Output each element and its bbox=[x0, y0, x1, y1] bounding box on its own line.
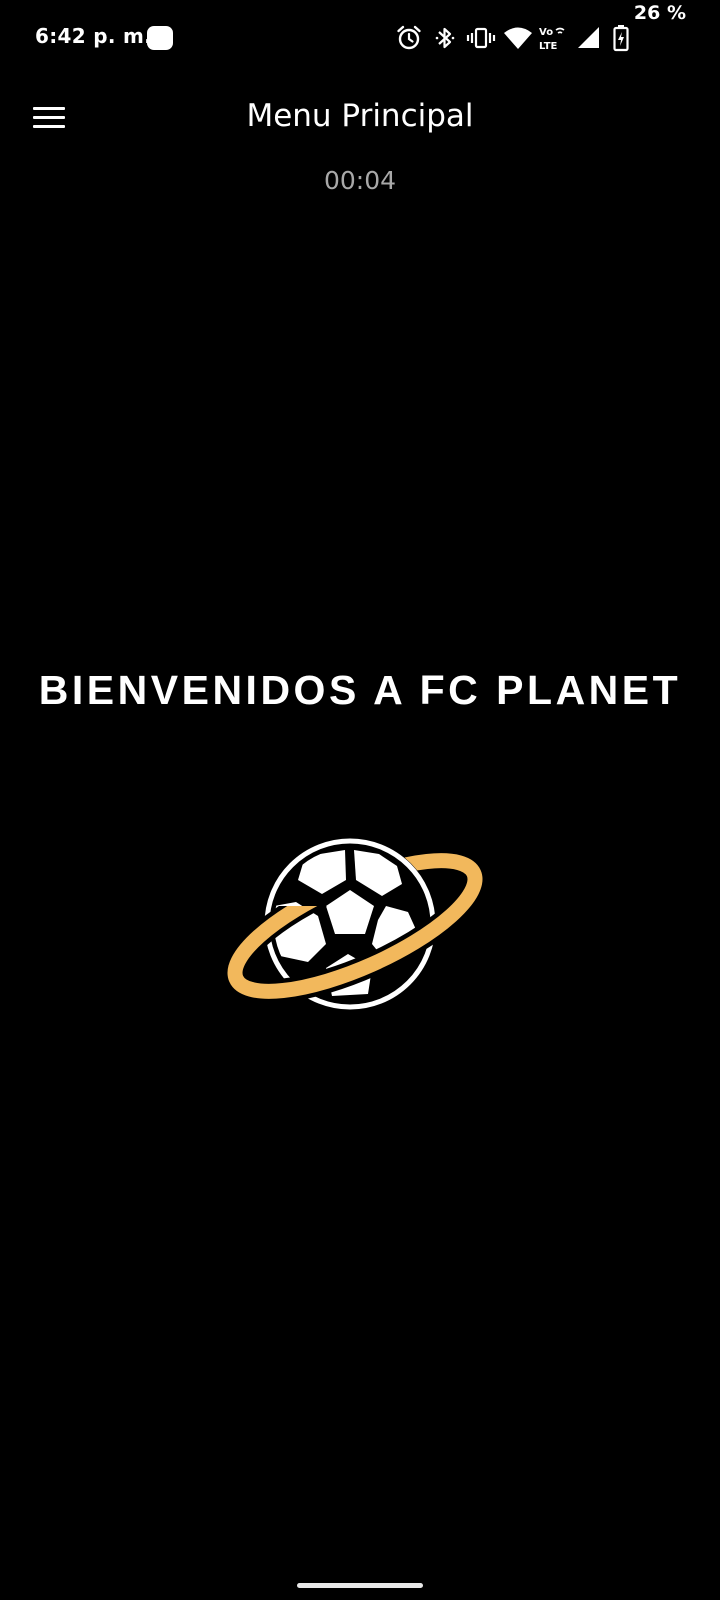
timer-text: 00:04 bbox=[323, 166, 397, 195]
volte-top-text: Vo bbox=[539, 27, 553, 38]
status-icons: Vo LTE bbox=[390, 24, 720, 52]
welcome-heading: BIENVENIDOS A FC PLANET bbox=[38, 667, 682, 713]
page-title: Menu Principal bbox=[246, 98, 474, 134]
fc-planet-logo bbox=[222, 836, 488, 1016]
soccer-ball-planet-logo-icon bbox=[223, 838, 487, 1010]
battery-percentage: 26 % bbox=[633, 2, 686, 24]
status-time: 6:42 p. m. bbox=[35, 24, 153, 48]
bluetooth-icon bbox=[434, 24, 456, 52]
gesture-navigation-bar[interactable] bbox=[297, 1583, 423, 1588]
volte-bottom-text: LTE bbox=[539, 41, 558, 52]
alarm-icon bbox=[396, 24, 422, 52]
app-bar: Menu Principal bbox=[0, 76, 720, 160]
notification-icon bbox=[147, 26, 173, 50]
vibrate-icon bbox=[466, 24, 496, 52]
status-bar: 6:42 p. m. Vo LTE 26 % bbox=[0, 0, 720, 76]
signal-icon bbox=[576, 24, 602, 52]
wifi-icon bbox=[503, 24, 533, 52]
volte-icon: Vo LTE bbox=[538, 24, 566, 52]
battery-charging-icon bbox=[612, 24, 630, 52]
